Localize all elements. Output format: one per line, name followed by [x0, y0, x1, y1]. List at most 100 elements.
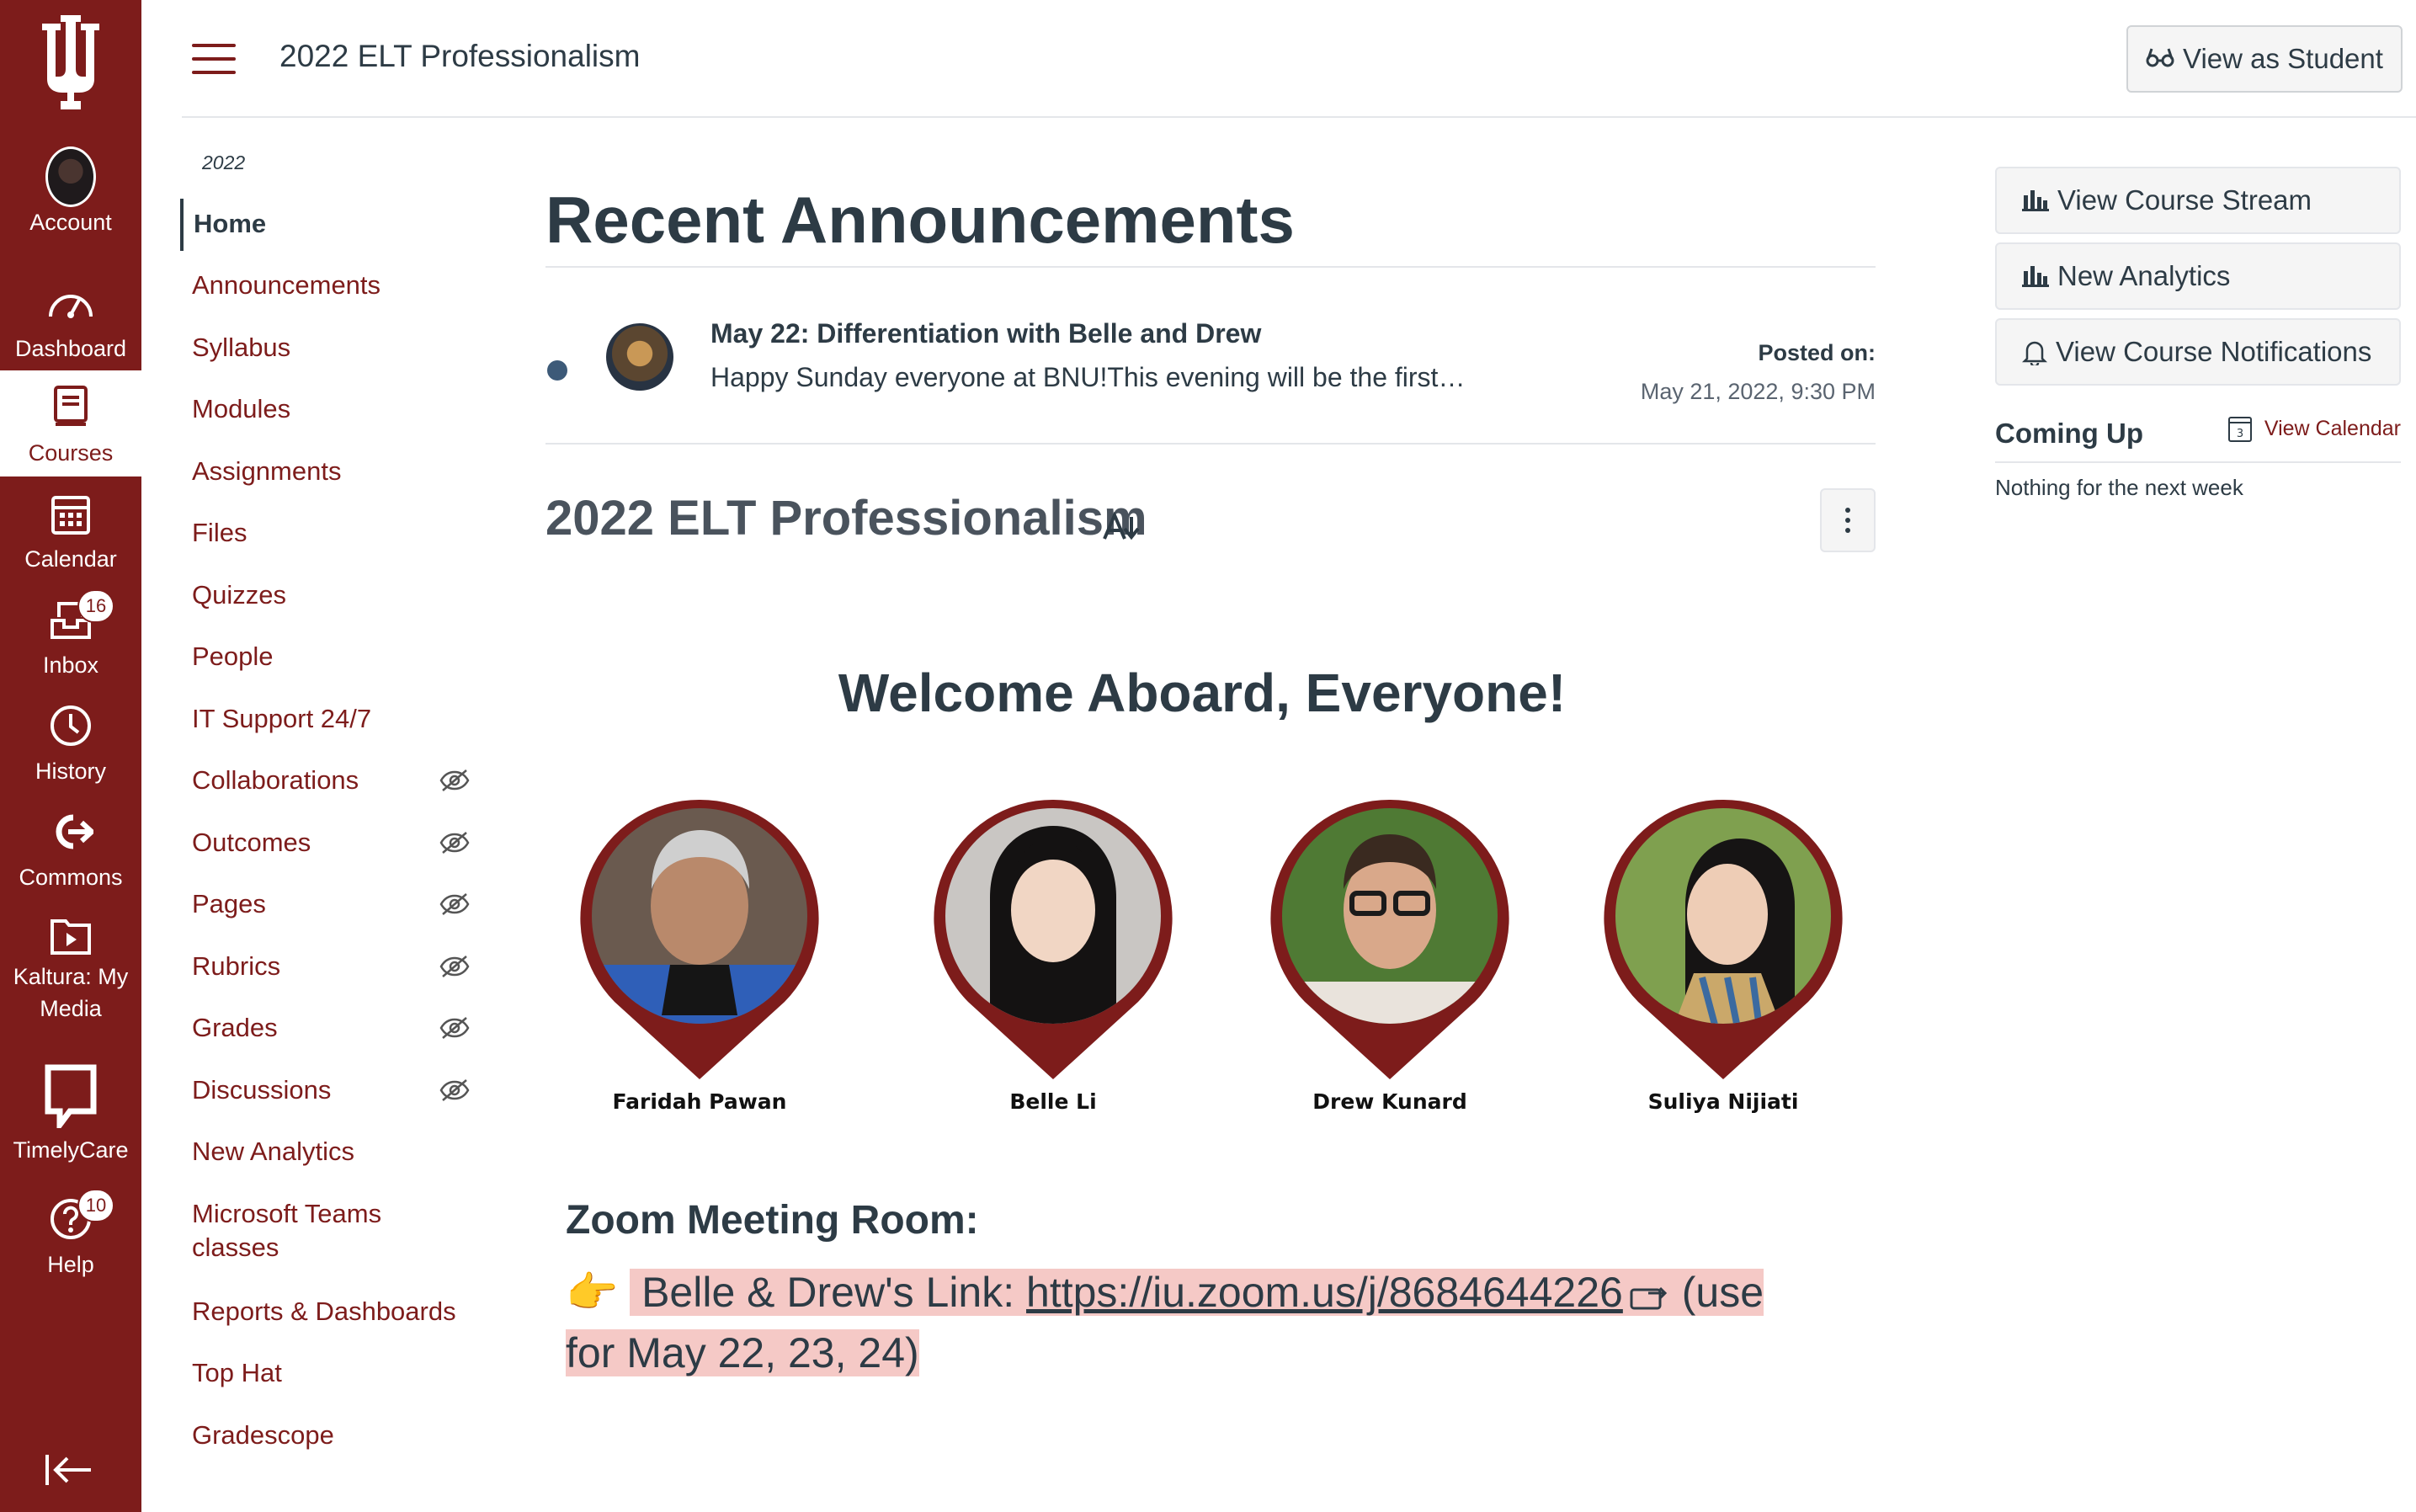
zoom-meeting-title: Zoom Meeting Room: [566, 1198, 979, 1243]
announcement-item[interactable]: May 22: Differentiation with Belle and D… [545, 268, 1876, 443]
collapse-icon[interactable] [44, 1451, 94, 1488]
course-nav-files[interactable]: Files [180, 516, 483, 578]
indiana-trident-logo[interactable] [0, 15, 141, 125]
nav-inbox[interactable]: 16 Inbox [0, 589, 141, 700]
timelycare-icon [44, 1062, 98, 1130]
pointing-hand-icon: 👉 [566, 1269, 619, 1316]
person-card: Suliya Nijiati [1601, 796, 1845, 1114]
svg-text:3: 3 [2237, 428, 2243, 440]
view-calendar-label: View Calendar [2264, 416, 2401, 440]
course-nav-new-analytics[interactable]: New Analytics [180, 1135, 483, 1197]
zoom-link-highlight: Belle & Drew's Link: https://iu.zoom.us/… [566, 1269, 1764, 1376]
instructor-pins: Faridah Pawan Belle Li Drew Kunard Suliy… [545, 796, 1876, 1150]
nav-account[interactable]: Account [0, 146, 141, 258]
nav-courses-label: Courses [28, 440, 114, 466]
new-analytics-button[interactable]: New Analytics [1995, 242, 2401, 310]
course-navigation: 2022 Home Announcements Syllabus Modules… [180, 152, 483, 1480]
right-sidebar: View Course Stream New Analytics View Co… [1995, 167, 2401, 501]
person-name: Faridah Pawan [612, 1089, 787, 1114]
view-as-student-button[interactable]: View as Student [2126, 25, 2403, 93]
course-nav-discussions[interactable]: Discussions [180, 1073, 483, 1136]
breadcrumb-course-title[interactable]: 2022 ELT Professionalism [279, 39, 640, 74]
nav-commons-label: Commons [19, 865, 123, 890]
course-nav-top-hat[interactable]: Top Hat [180, 1356, 483, 1419]
course-nav-collaborations[interactable]: Collaborations [180, 764, 483, 826]
external-link-icon [1630, 1286, 1667, 1310]
nav-calendar[interactable]: Calendar [0, 488, 141, 594]
help-badge: 10 [77, 1189, 114, 1222]
course-nav-home[interactable]: Home [180, 199, 483, 251]
announcement-author-avatar [606, 323, 673, 391]
hamburger-menu-button[interactable] [192, 44, 236, 74]
help-icon: 10 [45, 1189, 114, 1244]
immersive-reader-icon[interactable] [1103, 512, 1143, 542]
global-navigation: Account Dashboard Courses Calendar 16 In… [0, 0, 141, 1512]
course-nav-modules[interactable]: Modules [180, 392, 483, 455]
hidden-eye-icon [439, 831, 470, 854]
person-card: Faridah Pawan [577, 796, 822, 1114]
course-nav-grades[interactable]: Grades [180, 1011, 483, 1073]
view-as-student-label: View as Student [2183, 43, 2383, 74]
course-nav-outcomes[interactable]: Outcomes [180, 826, 483, 888]
dashboard-icon [45, 278, 96, 328]
bar-chart-icon [2022, 190, 2049, 211]
calendar-icon [45, 488, 96, 539]
avatar [45, 146, 96, 207]
coming-up-empty-message: Nothing for the next week [1995, 475, 2243, 500]
history-icon [45, 700, 96, 751]
announcement-title[interactable]: May 22: Differentiation with Belle and D… [710, 318, 1261, 349]
term-label: 2022 [202, 152, 246, 173]
person-photo-pin [580, 799, 819, 1079]
view-course-stream-button[interactable]: View Course Stream [1995, 167, 2401, 234]
course-nav-gradescope[interactable]: Gradescope [180, 1419, 483, 1481]
nav-history[interactable]: History [0, 700, 141, 807]
announcement-snippet: Happy Sunday everyone at BNU!This evenin… [710, 362, 1466, 392]
nav-courses[interactable]: Courses [0, 370, 141, 476]
person-photo-pin [1270, 799, 1509, 1079]
nav-kaltura[interactable]: Kaltura: My Media [0, 913, 141, 1021]
nav-history-label: History [35, 759, 106, 784]
view-calendar-link[interactable]: 3 View Calendar [2227, 414, 2401, 443]
header-divider [182, 116, 2416, 118]
person-photo-pin [934, 799, 1173, 1079]
person-card: Belle Li [931, 796, 1175, 1114]
page-options-button[interactable] [1820, 488, 1876, 552]
course-nav-rubrics[interactable]: Rubrics [180, 950, 483, 1012]
course-nav-it-support[interactable]: IT Support 24/7 [180, 702, 483, 764]
inbox-badge: 16 [77, 589, 114, 623]
nav-commons[interactable]: Commons [0, 807, 141, 913]
hidden-eye-icon [439, 769, 470, 791]
course-nav-people[interactable]: People [180, 640, 483, 702]
person-name: Drew Kunard [1312, 1089, 1467, 1114]
course-header: 2022 ELT Professionalism View as Student [141, 0, 2416, 118]
course-nav-quizzes[interactable]: Quizzes [180, 578, 483, 641]
zoom-meeting-link[interactable]: https://iu.zoom.us/j/8684644226 [1026, 1269, 1623, 1316]
nav-help-label: Help [47, 1252, 94, 1277]
nav-help[interactable]: 10 Help [0, 1189, 141, 1300]
course-nav-assignments[interactable]: Assignments [180, 455, 483, 517]
nav-account-label: Account [29, 210, 112, 235]
person-card: Drew Kunard [1268, 796, 1512, 1114]
unread-indicator [547, 360, 567, 381]
view-course-notifications-button[interactable]: View Course Notifications [1995, 318, 2401, 386]
recent-announcements-title: Recent Announcements [545, 183, 1295, 257]
nav-timelycare[interactable]: TimelyCare [0, 1062, 141, 1169]
hidden-eye-icon [439, 893, 470, 915]
kaltura-icon [45, 913, 96, 956]
course-nav-announcements[interactable]: Announcements [180, 269, 483, 331]
course-nav-reports-dashboards[interactable]: Reports & Dashboards [180, 1295, 483, 1357]
course-page-title: 2022 ELT Professionalism [545, 491, 1147, 546]
new-analytics-label: New Analytics [2057, 260, 2231, 291]
course-nav-microsoft-teams[interactable]: Microsoft Teams classes [180, 1197, 411, 1295]
zoom-link-label: Belle & Drew's Link: [641, 1269, 1027, 1316]
nav-inbox-label: Inbox [42, 652, 99, 678]
person-photo-pin [1604, 799, 1843, 1079]
course-page-header: 2022 ELT Professionalism [545, 445, 1876, 562]
zoom-link-paragraph: 👉 Belle & Drew's Link: https://iu.zoom.u… [566, 1262, 1778, 1383]
course-nav-pages[interactable]: Pages [180, 887, 483, 950]
more-vertical-icon [1845, 508, 1850, 533]
nav-dashboard[interactable]: Dashboard [0, 278, 141, 384]
course-nav-syllabus[interactable]: Syllabus [180, 331, 483, 393]
bell-icon [2022, 341, 2047, 365]
person-name: Belle Li [1009, 1089, 1097, 1114]
